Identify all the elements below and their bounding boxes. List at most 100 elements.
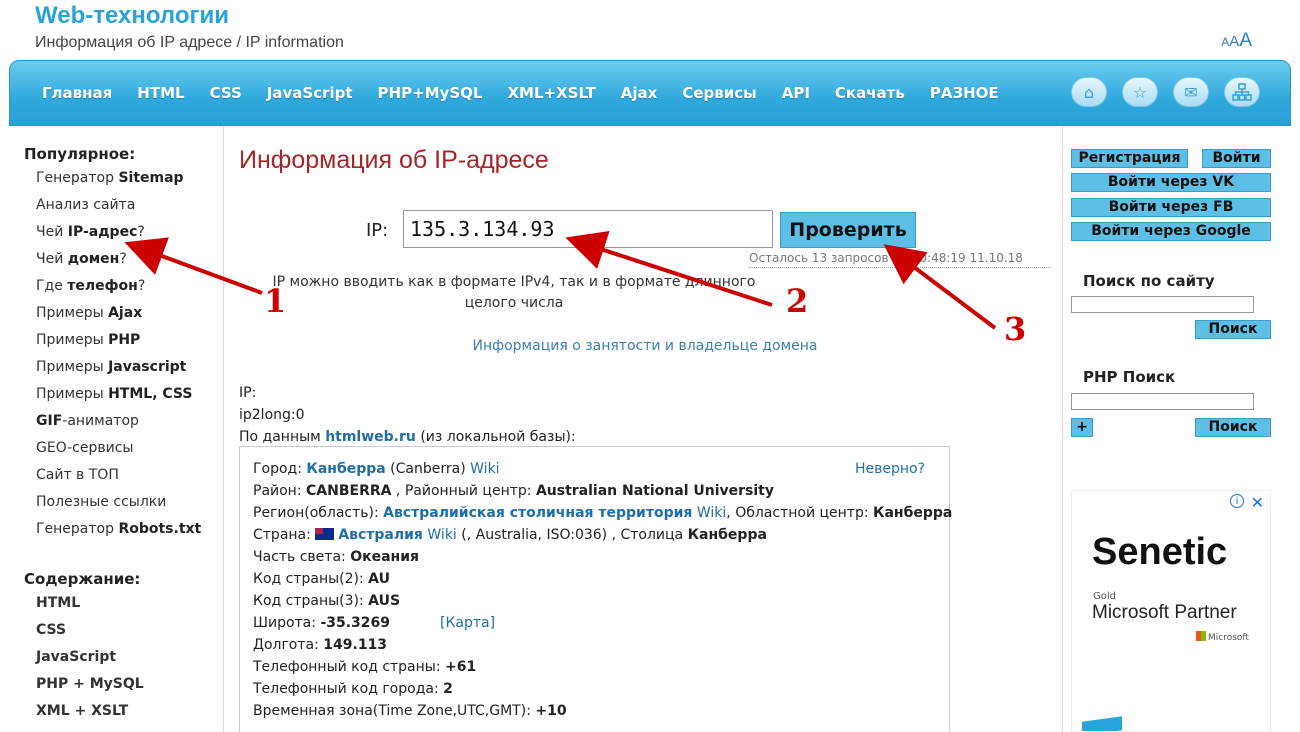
country-row: Страна: Австралия Wiki (, Australia, ISO… bbox=[253, 527, 767, 543]
popular-item[interactable]: Анализ сайта bbox=[36, 197, 223, 224]
popular-item-bold: IP-адрес bbox=[67, 224, 138, 240]
continent-value: Океания bbox=[350, 549, 420, 565]
font-size-mid-button[interactable]: A bbox=[1229, 33, 1239, 50]
phone-country-value: +61 bbox=[445, 659, 477, 675]
sitemap-icon[interactable] bbox=[1224, 77, 1260, 107]
remaining-requests: Осталось 13 запросов до 10:48:19 11.10.1… bbox=[749, 251, 1051, 268]
ad-info-icon[interactable]: i bbox=[1230, 494, 1244, 508]
nav-item-ajax[interactable]: Ajax bbox=[621, 84, 658, 102]
popular-item-pre: Полезные ссылки bbox=[36, 494, 167, 510]
region-wiki-link[interactable]: Wiki bbox=[697, 505, 726, 521]
ip-input[interactable]: 135.3.134.93 bbox=[403, 210, 773, 248]
font-size-small-button[interactable]: A bbox=[1221, 35, 1229, 49]
popular-item-pre: Анализ сайта bbox=[36, 197, 136, 213]
contents-item-html[interactable]: HTML bbox=[36, 595, 223, 622]
star-icon[interactable]: ☆ bbox=[1122, 77, 1158, 107]
ip-line: IP: bbox=[239, 385, 257, 401]
code3-row: Код страны(3): AUS bbox=[253, 593, 400, 609]
contents-item-css[interactable]: CSS bbox=[36, 622, 223, 649]
domain-info-link-text[interactable]: Информация о занятости и владельце домен… bbox=[473, 338, 818, 354]
page-title: Информация об IP-адресе bbox=[239, 146, 549, 174]
popular-item[interactable]: Чей IP-адрес? bbox=[36, 224, 223, 251]
popular-item[interactable]: Сайт в ТОП bbox=[36, 467, 223, 494]
continent-label: Часть света: bbox=[253, 549, 351, 565]
popular-item-pre: GEO-сервисы bbox=[36, 440, 134, 456]
popular-item[interactable]: Чей домен? bbox=[36, 251, 223, 278]
login-vk-button[interactable]: Войти через VK bbox=[1071, 173, 1271, 192]
ip2long-line: ip2long:0 bbox=[239, 407, 305, 423]
source-pre: По данным bbox=[239, 429, 326, 445]
popular-item-pre: Примеры bbox=[36, 305, 109, 321]
city-link[interactable]: Канберра bbox=[306, 461, 385, 477]
popular-item-bold: HTML, CSS bbox=[108, 386, 193, 402]
nav-item-api[interactable]: API bbox=[782, 84, 810, 102]
login-google-button[interactable]: Войти через Google bbox=[1071, 222, 1271, 241]
city-label: Город: bbox=[253, 461, 307, 477]
nav-item-javascript[interactable]: JavaScript bbox=[267, 84, 353, 102]
ad-banner[interactable]: i ✕ Senetic Gold Microsoft Partner Micro… bbox=[1071, 490, 1271, 732]
ad-microsoft: Microsoft bbox=[1196, 631, 1249, 643]
main-content: Информация об IP-адресе IP: 135.3.134.93… bbox=[239, 126, 1061, 732]
city-row: Город: Канберра (Canberra) Wiki bbox=[253, 461, 500, 477]
popular-item[interactable]: Примеры Ajax bbox=[36, 305, 223, 332]
timezone-value: +10 bbox=[535, 703, 567, 719]
popular-item[interactable]: Генератор Robots.txt bbox=[36, 521, 223, 548]
nav-item-html[interactable]: HTML bbox=[137, 84, 184, 102]
ad-gold: Gold bbox=[1093, 591, 1116, 602]
map-link[interactable]: [Карта] bbox=[440, 615, 495, 631]
login-fb-button[interactable]: Войти через FB bbox=[1071, 198, 1271, 217]
popular-item[interactable]: Примеры PHP bbox=[36, 332, 223, 359]
popular-item[interactable]: Где телефон? bbox=[36, 278, 223, 305]
register-button[interactable]: Регистрация bbox=[1071, 149, 1188, 168]
popular-item[interactable]: GEO-сервисы bbox=[36, 440, 223, 467]
contents-item-php-mysql[interactable]: PHP + MySQL bbox=[36, 676, 223, 703]
region-label: Регион(область): bbox=[253, 505, 384, 521]
site-title[interactable]: Web-технологии bbox=[35, 2, 229, 30]
php-search-input[interactable] bbox=[1071, 393, 1254, 410]
domain-info-link: Информация о занятости и владельце домен… bbox=[239, 338, 1051, 354]
ad-close-icon[interactable]: ✕ bbox=[1251, 493, 1264, 512]
nav-item-php-mysql[interactable]: PHP+MySQL bbox=[378, 84, 483, 102]
popular-item-pre: Генератор bbox=[36, 521, 119, 537]
popular-item-bold: Javascript bbox=[108, 359, 187, 375]
nav-item-xml-xslt[interactable]: XML+XSLT bbox=[507, 84, 595, 102]
timezone-row: Временная зона(Time Zone,UTC,GMT): +10 bbox=[253, 703, 567, 719]
country-wiki-link[interactable]: Wiki bbox=[427, 527, 456, 543]
city-wiki-link[interactable]: Wiki bbox=[470, 461, 499, 477]
phone-city-label: Телефонный код города: bbox=[253, 681, 444, 697]
nav-item-css[interactable]: CSS bbox=[210, 84, 242, 102]
source-line: По данным htmlweb.ru (из локальной базы)… bbox=[239, 426, 576, 448]
latitude-value: -35.3269 bbox=[320, 615, 391, 631]
mail-icon[interactable]: ✉ bbox=[1173, 77, 1209, 107]
login-button[interactable]: Войти bbox=[1202, 149, 1271, 168]
nav-item-misc[interactable]: РАЗНОЕ bbox=[930, 84, 999, 102]
popular-item-pre: Чей bbox=[36, 251, 68, 267]
php-search-button[interactable]: Поиск bbox=[1195, 418, 1271, 437]
font-size-large-button[interactable]: A bbox=[1239, 30, 1252, 52]
contents-item-xml-xslt[interactable]: XML + XSLT bbox=[36, 703, 223, 730]
popular-item[interactable]: Генератор Sitemap bbox=[36, 170, 223, 197]
home-icon[interactable]: ⌂ bbox=[1071, 77, 1107, 107]
site-search-input[interactable] bbox=[1071, 296, 1254, 313]
nav-item-services[interactable]: Сервисы bbox=[682, 84, 756, 102]
popular-item-bold: домен bbox=[67, 251, 120, 267]
nav-item-home[interactable]: Главная bbox=[42, 84, 112, 102]
popular-item-pre: Генератор bbox=[36, 170, 119, 186]
popular-item[interactable]: Примеры HTML, CSS bbox=[36, 386, 223, 413]
country-link[interactable]: Австралия bbox=[338, 527, 423, 543]
popular-item[interactable]: GIF-аниматор bbox=[36, 413, 223, 440]
popular-list: Генератор Sitemap Анализ сайта Чей IP-адре… bbox=[10, 170, 223, 548]
php-search-plus-button[interactable]: + bbox=[1071, 418, 1093, 437]
source-link[interactable]: htmlweb.ru bbox=[325, 429, 416, 445]
report-wrong-link[interactable]: Неверно? bbox=[855, 461, 925, 477]
region-link[interactable]: Австралийская столичная территория bbox=[383, 505, 692, 521]
region-center-label: , Областной центр: bbox=[726, 505, 874, 521]
popular-item[interactable]: Примеры Javascript bbox=[36, 359, 223, 386]
contents-item-javascript[interactable]: JavaScript bbox=[36, 649, 223, 676]
check-button[interactable]: Проверить bbox=[780, 212, 916, 248]
nav-item-download[interactable]: Скачать bbox=[835, 84, 905, 102]
popular-item[interactable]: Полезные ссылки bbox=[36, 494, 223, 521]
site-subtitle: Информация об IP адресе / IP information bbox=[35, 34, 344, 51]
site-search-button[interactable]: Поиск bbox=[1195, 320, 1271, 339]
phone-country-label: Телефонный код страны: bbox=[253, 659, 446, 675]
